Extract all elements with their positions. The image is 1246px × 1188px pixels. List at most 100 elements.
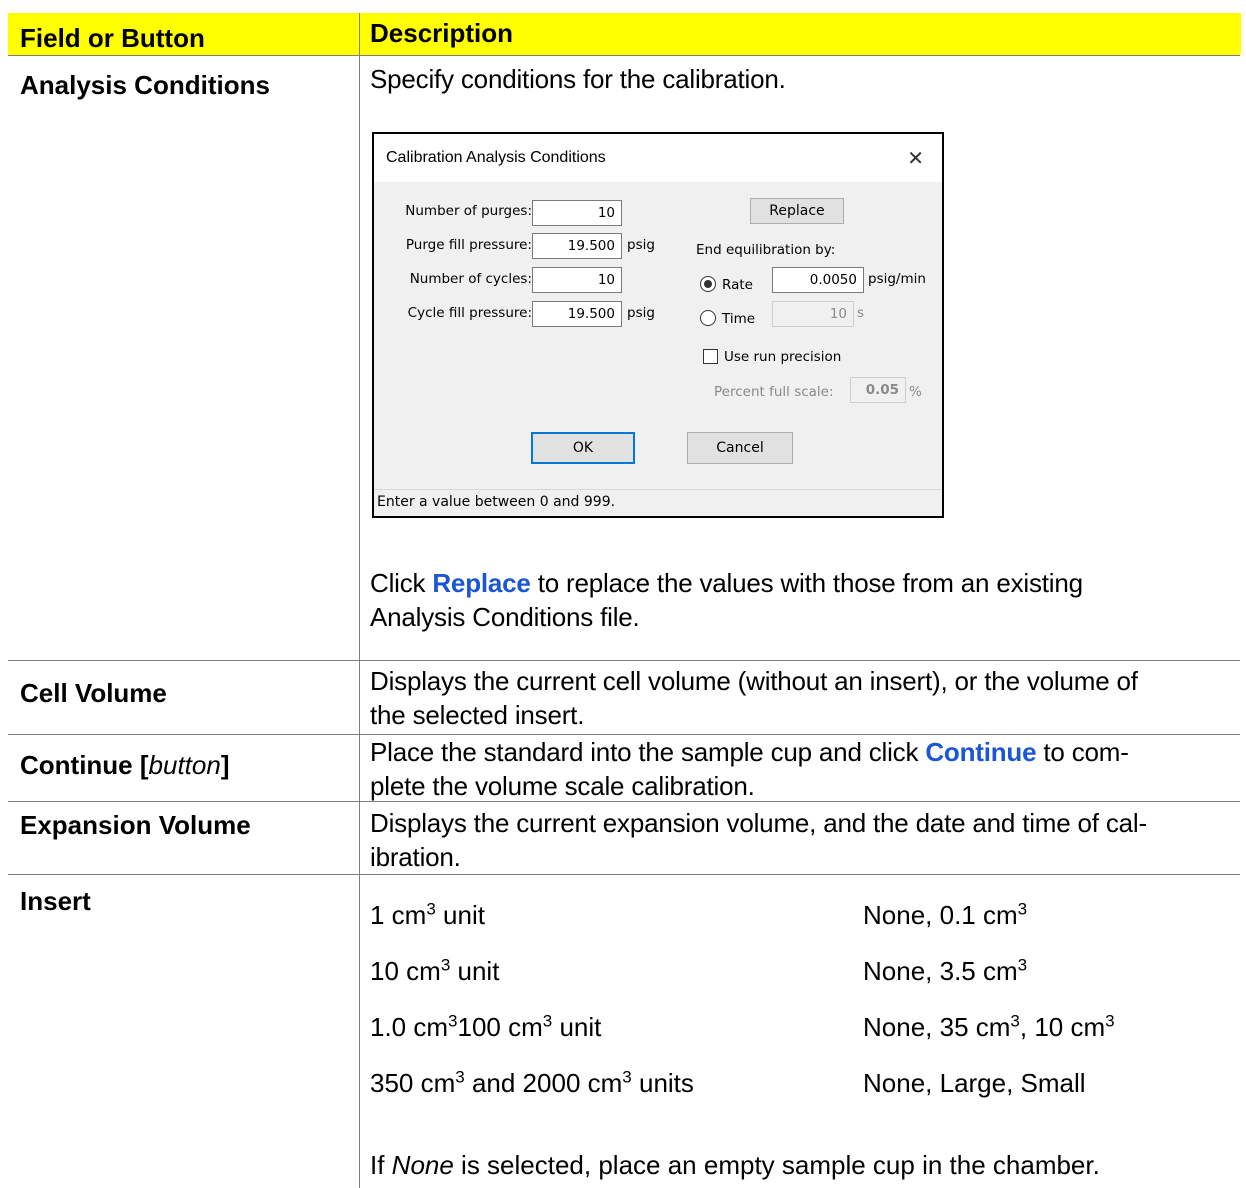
- end-equilibration-label: End equilibration by:: [696, 242, 836, 258]
- percent-full-scale-input[interactable]: 0.05: [850, 377, 906, 403]
- number-of-cycles-label: Number of cycles:: [409, 271, 532, 287]
- insert-unit-3: 1.0 cm3100 cm3 unit: [370, 1012, 601, 1042]
- insert-unit-text: 100 cm: [457, 1012, 543, 1042]
- insert-unit-text: unit: [552, 1012, 602, 1042]
- rate-label: Rate: [722, 277, 753, 293]
- cycle-psig-unit: psig: [627, 305, 655, 321]
- insert-unit-4: 350 cm3 and 2000 cm3 units: [370, 1068, 694, 1098]
- insert-unit-text: unit: [435, 900, 485, 930]
- cycle-fill-pressure-input[interactable]: 19.500: [532, 301, 622, 327]
- replace-instruction-prefix: Click: [370, 568, 433, 598]
- field-continue-suffix: ]: [220, 750, 230, 780]
- replace-instruction-line2: Analysis Conditions file.: [370, 602, 640, 632]
- percent-full-scale-label: Percent full scale:: [714, 384, 834, 400]
- desc-continue-prefix: Place the standard into the sample cup a…: [370, 737, 926, 767]
- insert-unit-text: 350 cm: [370, 1068, 456, 1098]
- header-right-edge: [1240, 13, 1241, 55]
- rate-unit: psig/min: [868, 271, 926, 287]
- percent-unit: %: [909, 384, 922, 400]
- purge-psig-unit: psig: [627, 237, 655, 253]
- header-description: Description: [370, 18, 514, 48]
- desc-continue-line1: Place the standard into the sample cup a…: [370, 735, 1129, 769]
- superscript: 3: [1017, 899, 1028, 919]
- rate-radio-dot: [704, 280, 712, 288]
- superscript: 3: [440, 955, 451, 975]
- field-expansion-volume: Expansion Volume: [20, 810, 251, 840]
- field-continue-button: Continue [button]: [20, 750, 230, 780]
- replace-instruction-suffix: to replace the values with those from an…: [530, 568, 1083, 598]
- calibration-analysis-conditions-dialog: Calibration Analysis Conditions ✕ Number…: [372, 132, 944, 518]
- purge-fill-pressure-label: Purge fill pressure:: [405, 237, 532, 253]
- desc-cell-volume-line1: Displays the current cell volume (withou…: [370, 666, 1138, 696]
- dialog-status-bar: Enter a value between 0 and 999.: [374, 489, 942, 516]
- replace-button[interactable]: Replace: [750, 198, 844, 224]
- number-of-purges-label: Number of purges:: [405, 203, 532, 219]
- column-divider: [359, 13, 360, 1188]
- time-unit: s: [857, 305, 865, 321]
- superscript: 3: [426, 899, 436, 919]
- time-label: Time: [722, 311, 756, 327]
- superscript: 3: [1010, 1011, 1020, 1031]
- field-insert: Insert: [20, 886, 91, 916]
- dialog-titlebar: Calibration Analysis Conditions ✕: [374, 134, 942, 182]
- time-input[interactable]: 10: [772, 301, 854, 327]
- desc-cell-volume-line2: the selected insert.: [370, 700, 585, 730]
- insert-unit-1: 1 cm3 unit: [370, 900, 485, 930]
- insert-options-4: None, Large, Small: [863, 1068, 1086, 1098]
- insert-options-3: None, 35 cm3, 10 cm3: [863, 1012, 1115, 1042]
- insert-option-text: None, 0.1 cm: [863, 900, 1018, 930]
- insert-note-italic: None: [391, 1150, 454, 1180]
- row-divider: [8, 55, 1240, 56]
- time-radio[interactable]: [700, 310, 716, 326]
- desc-analysis-conditions: Specify conditions for the calibration.: [370, 64, 786, 94]
- insert-option-text: None, 35 cm: [863, 1012, 1011, 1042]
- rate-input[interactable]: 0.0050: [772, 267, 864, 293]
- superscript: 3: [448, 1011, 458, 1031]
- close-icon[interactable]: ✕: [907, 146, 924, 170]
- rate-radio[interactable]: [700, 276, 716, 292]
- number-of-cycles-input[interactable]: 10: [532, 267, 622, 293]
- desc-continue-line2: plete the volume scale calibration.: [370, 771, 755, 801]
- continue-link: Continue: [925, 737, 1037, 767]
- status-text: Enter a value between 0 and 999.: [377, 494, 616, 510]
- header-field-or-button: Field or Button: [20, 23, 205, 53]
- insert-note-prefix: If: [370, 1150, 392, 1180]
- desc-expansion-volume-line2: ibration.: [370, 842, 461, 872]
- superscript: 3: [622, 1067, 632, 1087]
- use-run-precision-label: Use run precision: [724, 349, 842, 365]
- field-continue-prefix: Continue [: [20, 750, 149, 780]
- replace-link: Replace: [432, 568, 531, 598]
- insert-options-2: None, 3.5 cm3: [863, 956, 1027, 986]
- superscript: 3: [542, 1011, 553, 1031]
- use-run-precision-checkbox[interactable]: [703, 349, 718, 364]
- insert-unit-text: 1.0 cm: [370, 1012, 449, 1042]
- replace-instruction: Click Replace to replace the values with…: [370, 566, 1083, 600]
- insert-unit-text: and 2000 cm: [464, 1068, 623, 1098]
- desc-expansion-volume-line1: Displays the current expansion volume, a…: [370, 808, 1147, 838]
- ok-button[interactable]: OK: [531, 432, 635, 464]
- purge-fill-pressure-input[interactable]: 19.500: [532, 233, 622, 259]
- dialog-title: Calibration Analysis Conditions: [386, 149, 606, 166]
- insert-unit-text: units: [631, 1068, 694, 1098]
- superscript: 3: [1017, 955, 1028, 975]
- field-continue-italic: button: [148, 750, 221, 780]
- insert-unit-text: 1 cm: [370, 900, 427, 930]
- superscript: 3: [455, 1067, 465, 1087]
- field-cell-volume: Cell Volume: [20, 678, 167, 708]
- insert-option-text: , 10 cm: [1019, 1012, 1106, 1042]
- insert-unit-text: unit: [450, 956, 500, 986]
- number-of-purges-input[interactable]: 10: [532, 200, 622, 226]
- insert-note-suffix: is selected, place an empty sample cup i…: [453, 1150, 1100, 1180]
- insert-unit-text: 10 cm: [370, 956, 441, 986]
- desc-continue-suffix: to com-: [1036, 737, 1129, 767]
- cycle-fill-pressure-label: Cycle fill pressure:: [407, 305, 532, 321]
- insert-unit-2: 10 cm3 unit: [370, 956, 499, 986]
- insert-options-1: None, 0.1 cm3: [863, 900, 1027, 930]
- superscript: 3: [1105, 1011, 1115, 1031]
- insert-note: If None is selected, place an empty samp…: [370, 1150, 1100, 1180]
- insert-option-text: None, 3.5 cm: [863, 956, 1018, 986]
- row-divider: [8, 874, 1240, 875]
- cancel-button[interactable]: Cancel: [687, 432, 793, 464]
- field-analysis-conditions: Analysis Conditions: [20, 70, 270, 100]
- row-divider: [8, 660, 1240, 661]
